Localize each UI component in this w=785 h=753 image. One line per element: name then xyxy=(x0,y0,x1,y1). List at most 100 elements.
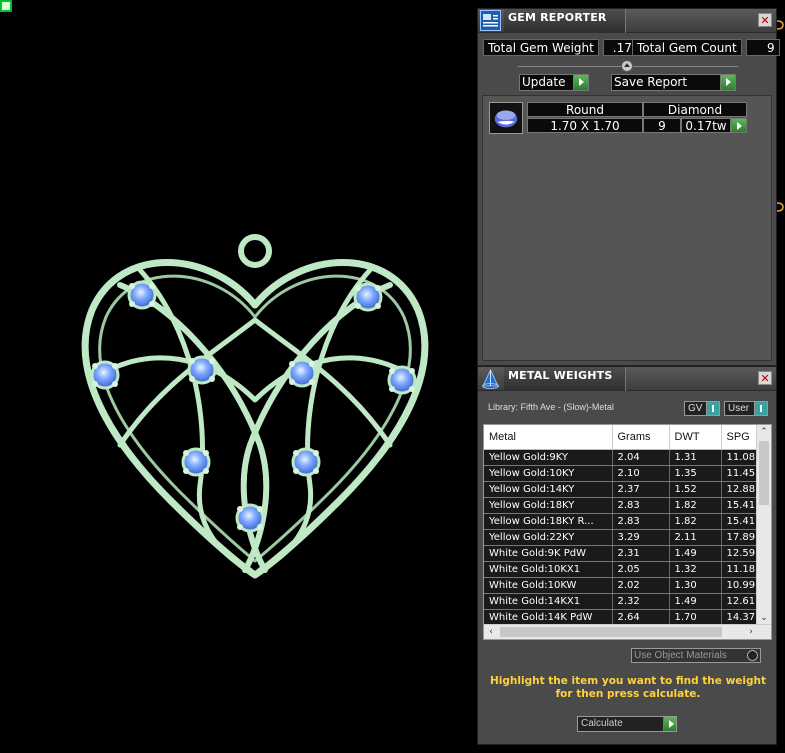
update-button-label: Update xyxy=(522,75,566,89)
metal-cell: White Gold:14K PdW xyxy=(484,609,613,626)
column-header-spg[interactable]: SPG xyxy=(721,425,758,450)
save-report-button-label: Save Report xyxy=(614,75,688,89)
table-row[interactable]: Yellow Gold:9KY 2.04 1.31 11.08 xyxy=(484,449,758,466)
metal-cell: White Gold:10KW xyxy=(484,577,613,594)
dwt-cell: 1.82 xyxy=(669,497,722,514)
grams-cell: 2.64 xyxy=(612,609,670,626)
horizontal-scroll-thumb[interactable] xyxy=(500,627,722,637)
total-gem-weight-group: Total Gem Weight .17 xyxy=(483,39,637,56)
gem-count-cell: 9 xyxy=(643,118,681,133)
spg-cell: 11.08 xyxy=(721,449,758,466)
scroll-up-icon[interactable]: ⌃ xyxy=(757,425,771,439)
total-gem-weight-label: Total Gem Weight xyxy=(483,39,599,56)
table-row[interactable]: White Gold:10KW 2.02 1.30 10.99 xyxy=(484,577,758,594)
scroll-down-icon[interactable]: ⌄ xyxy=(757,611,771,625)
dock-handle-icon[interactable] xyxy=(777,200,785,214)
dock-handle-icon[interactable] xyxy=(777,18,785,32)
dwt-cell: 1.31 xyxy=(669,449,722,466)
use-object-materials-toggle[interactable]: Use Object Materials xyxy=(631,648,761,663)
table-header-row: Metal Grams DWT SPG xyxy=(484,425,758,450)
panel-collapse-knob[interactable] xyxy=(621,60,633,72)
table-horizontal-scrollbar[interactable]: ‹ › xyxy=(484,624,771,639)
round-gem-thumbnail-icon[interactable] xyxy=(489,102,523,134)
scroll-left-icon[interactable]: ‹ xyxy=(484,625,498,639)
spg-cell: 10.99 xyxy=(721,577,758,594)
metal-weights-panel: METAL WEIGHTS ✕ Library: Fifth Ave - (Sl… xyxy=(477,366,777,745)
spg-cell: 12.61 xyxy=(721,593,758,610)
grams-cell: 2.31 xyxy=(612,545,670,562)
library-label: Library: Fifth Ave - (Slow)-Metal xyxy=(488,402,614,412)
metal-weights-title: METAL WEIGHTS xyxy=(508,369,613,382)
dwt-cell: 1.49 xyxy=(669,593,722,610)
use-object-materials-label: Use Object Materials xyxy=(634,650,727,661)
calculate-go-icon xyxy=(663,717,676,731)
table-row[interactable]: White Gold:14K PdW 2.64 1.70 14.37 xyxy=(484,609,758,626)
metal-cell: Yellow Gold:14KY xyxy=(484,481,613,498)
update-button[interactable]: Update xyxy=(519,74,589,91)
table-row[interactable]: White Gold:14KX1 2.32 1.49 12.61 xyxy=(484,593,758,610)
gem-shape-cell: Round xyxy=(527,102,643,117)
grams-cell: 2.04 xyxy=(612,449,670,466)
metal-cell: Yellow Gold:18KY R... xyxy=(484,513,613,530)
metal-weights-icon xyxy=(482,368,499,389)
gem-reporter-title: GEM REPORTER xyxy=(508,11,607,24)
grams-cell: 2.37 xyxy=(612,481,670,498)
3d-viewport[interactable] xyxy=(0,0,477,753)
calculate-button[interactable]: Calculate xyxy=(577,716,677,732)
spg-cell: 11.18 xyxy=(721,561,758,578)
viewport-corner-icon xyxy=(0,0,12,12)
gem-row-go-button[interactable] xyxy=(731,118,747,133)
gem-list: Round Diamond 1.70 X 1.70 9 0.17tw xyxy=(482,95,772,361)
spg-cell: 15.41 xyxy=(721,497,758,514)
table-row[interactable]: Yellow Gold:18KY R... 2.83 1.82 15.41 xyxy=(484,513,758,530)
gem-reporter-icon xyxy=(480,10,501,31)
metal-cell: White Gold:10KX1 xyxy=(484,561,613,578)
table-row[interactable]: Yellow Gold:10KY 2.10 1.35 11.45 xyxy=(484,465,758,482)
dwt-cell: 1.82 xyxy=(669,513,722,530)
table-row[interactable]: Yellow Gold:18KY 2.83 1.82 15.41 xyxy=(484,497,758,514)
save-report-button[interactable]: Save Report xyxy=(611,74,736,91)
metal-weights-table[interactable]: Metal Grams DWT SPG Yellow Gold:9KY 2.04 1… xyxy=(483,424,772,640)
table-row[interactable]: Yellow Gold:14KY 2.37 1.52 12.88 xyxy=(484,481,758,498)
gem-reporter-title-bar[interactable]: GEM REPORTER ✕ xyxy=(478,9,776,33)
user-toggle[interactable]: User xyxy=(724,401,768,416)
dwt-cell: 1.35 xyxy=(669,465,722,482)
calculate-button-label: Calculate xyxy=(581,718,623,729)
scroll-right-icon[interactable]: › xyxy=(744,625,758,639)
gv-toggle[interactable]: GV xyxy=(684,401,720,416)
gem-size-cell: 1.70 X 1.70 xyxy=(527,118,643,133)
gem-reporter-panel: GEM REPORTER ✕ Total Gem Weight .17 Tota… xyxy=(477,8,780,366)
spg-cell: 12.88 xyxy=(721,481,758,498)
spg-cell: 17.89 xyxy=(721,529,758,546)
metal-weights-close-button[interactable]: ✕ xyxy=(758,371,772,385)
spg-cell: 15.41 xyxy=(721,513,758,530)
spg-cell: 11.45 xyxy=(721,465,758,482)
dwt-cell: 1.70 xyxy=(669,609,722,626)
vertical-scroll-thumb[interactable] xyxy=(759,441,769,505)
dwt-cell: 1.52 xyxy=(669,481,722,498)
spg-cell: 14.37 xyxy=(721,609,758,626)
gem-weight-cell: 0.17tw xyxy=(681,118,731,133)
table-row[interactable]: Yellow Gold:22KY 3.29 2.11 17.89 xyxy=(484,529,758,546)
gem-reporter-close-button[interactable]: ✕ xyxy=(758,13,772,27)
metal-weights-title-bar[interactable]: METAL WEIGHTS ✕ xyxy=(478,367,776,391)
metal-cell: Yellow Gold:18KY xyxy=(484,497,613,514)
metal-cell: Yellow Gold:22KY xyxy=(484,529,613,546)
table-row[interactable]: White Gold:10KX1 2.05 1.32 11.18 xyxy=(484,561,758,578)
user-toggle-icon xyxy=(754,402,767,415)
gv-toggle-label: GV xyxy=(688,403,703,414)
update-go-icon xyxy=(573,75,588,90)
grams-cell: 2.02 xyxy=(612,577,670,594)
column-header-dwt[interactable]: DWT xyxy=(669,425,722,450)
heart-pendant-model[interactable] xyxy=(60,225,450,605)
table-vertical-scrollbar[interactable]: ⌃ ⌄ xyxy=(756,425,771,625)
column-header-metal[interactable]: Metal xyxy=(484,425,613,450)
table-row[interactable]: White Gold:9K PdW 2.31 1.49 12.59 xyxy=(484,545,758,562)
calculate-hint-text: Highlight the item you want to find the … xyxy=(490,675,766,700)
total-gem-count-label: Total Gem Count xyxy=(632,39,742,56)
metal-cell: Yellow Gold:10KY xyxy=(484,465,613,482)
gem-material-cell: Diamond xyxy=(643,102,747,117)
save-report-go-icon xyxy=(720,75,735,90)
column-header-grams[interactable]: Grams xyxy=(612,425,670,450)
metal-cell: White Gold:14KX1 xyxy=(484,593,613,610)
